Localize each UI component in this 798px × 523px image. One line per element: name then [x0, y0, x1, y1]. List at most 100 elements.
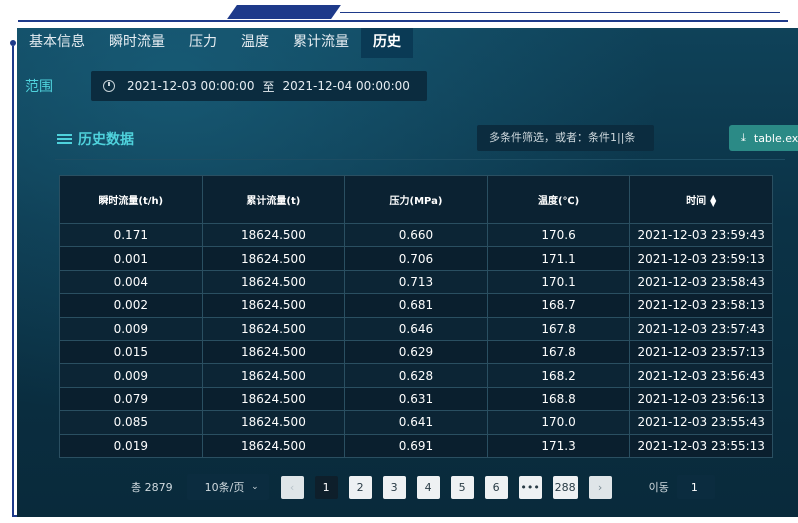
tab-instant-flow[interactable]: 瞬时流量 [97, 28, 177, 58]
page-button-3[interactable]: 3 [382, 475, 406, 499]
tab-basic-info[interactable]: 基本信息 [17, 28, 97, 58]
page-button-2[interactable]: 2 [348, 475, 372, 499]
cell-instant-flow: 0.004 [59, 269, 203, 295]
cell-pressure: 0.631 [344, 386, 488, 412]
cell-instant-flow: 0.009 [59, 316, 203, 341]
cell-temperature: 170.0 [486, 410, 631, 435]
cell-cumulative-flow: 18624.500 [201, 222, 346, 248]
section-title: 历史数据 [57, 129, 134, 149]
header-time[interactable]: 时间 ▲ ▼ [629, 175, 773, 224]
sort-icon[interactable]: ▲ ▼ [710, 194, 716, 208]
frame-line [340, 12, 780, 13]
cell-cumulative-flow: 18624.500 [201, 339, 346, 365]
cell-cumulative-flow: 18624.500 [201, 316, 346, 341]
export-label: table.ex [753, 131, 798, 145]
page-button-4[interactable]: 4 [416, 475, 440, 499]
range-start[interactable]: 2021-12-03 00:00:00 [127, 79, 254, 93]
table-row: 0.001 18624.500 0.706 171.1 2021-12-03 23:59… [59, 246, 773, 271]
cell-time: 2021-12-03 23:56:43 [629, 363, 773, 388]
cell-instant-flow: 0.079 [59, 386, 203, 412]
cell-cumulative-flow: 18624.500 [201, 246, 346, 271]
tab-pressure[interactable]: 压力 [177, 28, 229, 58]
cell-cumulative-flow: 18624.500 [201, 269, 346, 295]
cell-instant-flow: 0.001 [59, 246, 203, 271]
cell-instant-flow: 0.085 [59, 410, 203, 435]
cell-time: 2021-12-03 23:59:13 [629, 246, 773, 271]
frame-line [12, 46, 14, 516]
date-range-picker[interactable]: 2021-12-03 00:00:00 至 2021-12-04 00:00:0… [91, 71, 427, 101]
table-row: 0.019 18624.500 0.691 171.3 2021-12-03 23:55… [59, 433, 773, 458]
page-button-6[interactable]: 6 [484, 475, 508, 499]
prev-page-button[interactable]: ‹ [280, 475, 304, 499]
cell-time: 2021-12-03 23:56:13 [629, 386, 773, 412]
download-icon: ⤓ [741, 131, 746, 144]
export-table-button[interactable]: ⤓ table.ex [729, 125, 798, 151]
tab-temperature[interactable]: 温度 [229, 28, 281, 58]
tab-cumulative-flow[interactable]: 累计流量 [281, 28, 361, 58]
cell-time: 2021-12-03 23:55:43 [629, 410, 773, 435]
cell-time: 2021-12-03 23:58:43 [629, 269, 773, 295]
cell-pressure: 0.628 [344, 363, 488, 388]
cell-temperature: 167.8 [486, 339, 631, 365]
table-row: 0.079 18624.500 0.631 168.8 2021-12-03 23:56… [59, 386, 773, 412]
pagination: 총 2879 10条/页 ⌄ ‹ 1 2 3 4 5 6 ••• 288 › 이… [131, 474, 715, 500]
page-button-1[interactable]: 1 [314, 475, 338, 499]
cell-pressure: 0.706 [344, 246, 488, 271]
list-icon [57, 133, 72, 145]
cell-pressure: 0.660 [344, 222, 488, 248]
cell-cumulative-flow: 18624.500 [201, 433, 346, 458]
range-end[interactable]: 2021-12-04 00:00:00 [282, 79, 409, 93]
cell-temperature: 168.8 [486, 386, 631, 412]
history-table: 瞬时流量(t/h) 累计流量(t) 压力(MPa) 温度(℃) 时间 ▲ ▼ 0.1… [59, 175, 773, 458]
cell-temperature: 168.2 [486, 363, 631, 388]
cell-instant-flow: 0.015 [59, 339, 203, 365]
table-row: 0.015 18624.500 0.629 167.8 2021-12-03 23:57… [59, 339, 773, 365]
chevron-down-icon: ⌄ [251, 482, 259, 492]
table-row: 0.085 18624.500 0.641 170.0 2021-12-03 23:55… [59, 410, 773, 435]
cell-instant-flow: 0.171 [59, 222, 203, 248]
table-row: 0.004 18624.500 0.713 170.1 2021-12-03 23:58… [59, 269, 773, 295]
cell-cumulative-flow: 18624.500 [201, 363, 346, 388]
table-row: 0.002 18624.500 0.681 168.7 2021-12-03 23:58… [59, 293, 773, 318]
table-row: 0.009 18624.500 0.628 168.2 2021-12-03 23:56… [59, 363, 773, 388]
divider [55, 159, 785, 160]
cell-temperature: 171.3 [486, 433, 631, 458]
cell-temperature: 170.6 [486, 222, 631, 248]
filter-input[interactable]: 多条件筛选，或者：条件1||条 [477, 125, 654, 151]
table-header-row: 瞬时流量(t/h) 累计流量(t) 压力(MPa) 温度(℃) 时间 ▲ ▼ [59, 175, 773, 224]
header-temperature: 温度(℃) [486, 175, 631, 224]
cell-cumulative-flow: 18624.500 [201, 410, 346, 435]
cell-pressure: 0.641 [344, 410, 488, 435]
cell-instant-flow: 0.002 [59, 293, 203, 318]
header-instant-flow: 瞬时流量(t/h) [59, 175, 203, 224]
next-page-button[interactable]: › [588, 475, 612, 499]
page-button-last[interactable]: 288 [552, 475, 578, 499]
goto-page-input[interactable]: 1 [676, 475, 715, 499]
cell-cumulative-flow: 18624.500 [201, 293, 346, 318]
tab-bar: 基本信息 瞬时流量 压力 温度 累计流量 历史 [17, 28, 413, 58]
cell-temperature: 170.1 [486, 269, 631, 295]
header-pressure: 压力(MPa) [344, 175, 488, 224]
cell-instant-flow: 0.019 [59, 433, 203, 458]
cell-pressure: 0.681 [344, 293, 488, 318]
tab-history[interactable]: 历史 [361, 28, 413, 58]
cell-temperature: 171.1 [486, 246, 631, 271]
cell-temperature: 168.7 [486, 293, 631, 318]
section-title-text: 历史数据 [78, 132, 134, 148]
cell-time: 2021-12-03 23:58:13 [629, 293, 773, 318]
total-count: 총 2879 [131, 481, 173, 494]
cell-pressure: 0.629 [344, 339, 488, 365]
table-row: 0.009 18624.500 0.646 167.8 2021-12-03 23:57… [59, 316, 773, 341]
table-row: 0.171 18624.500 0.660 170.6 2021-12-03 23:59… [59, 222, 773, 248]
history-panel: 基本信息 瞬时流量 压力 温度 累计流量 历史 范围 2021-12-03 00… [17, 28, 798, 517]
page-size-select[interactable]: 10条/页 ⌄ [186, 474, 269, 500]
page-size-value: 10条/页 [204, 481, 245, 494]
cell-cumulative-flow: 18624.500 [201, 386, 346, 412]
cell-instant-flow: 0.009 [59, 363, 203, 388]
clock-icon [103, 80, 115, 92]
range-label: 范围 [25, 79, 53, 95]
page-button-5[interactable]: 5 [450, 475, 474, 499]
more-pages-button[interactable]: ••• [518, 475, 542, 499]
range-separator: 至 [262, 79, 275, 94]
frame-decoration [227, 5, 341, 19]
